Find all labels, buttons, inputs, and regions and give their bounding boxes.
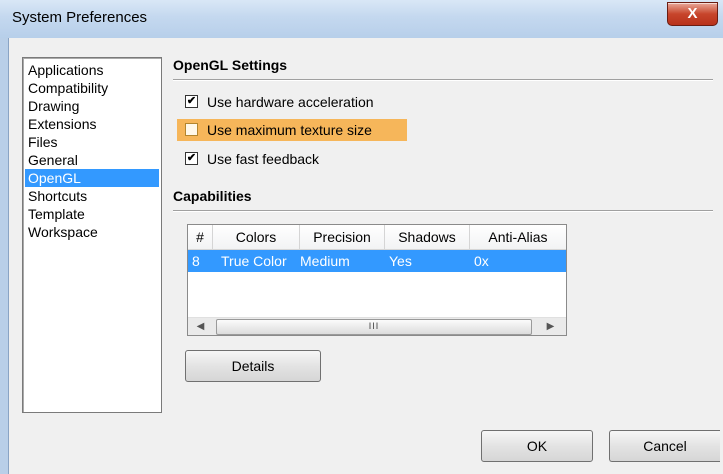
- category-item-general[interactable]: General: [25, 151, 159, 169]
- capabilities-table[interactable]: # Colors Precision Shadows Anti-Alias 8 …: [187, 224, 567, 336]
- checkbox-checked-icon: ✔: [185, 152, 198, 165]
- checkbox-unchecked-icon: [185, 123, 198, 136]
- category-item-applications[interactable]: Applications: [25, 61, 159, 79]
- scroll-thumb[interactable]: III: [216, 319, 532, 335]
- max-texture-size-checkbox[interactable]: Use maximum texture size: [177, 119, 407, 141]
- column-header-colors[interactable]: Colors: [213, 225, 300, 249]
- fast-feedback-checkbox[interactable]: ✔ Use fast feedback: [185, 148, 415, 170]
- horizontal-scrollbar[interactable]: ◀ III ▶: [188, 317, 566, 335]
- dialog-body: Applications Compatibility Drawing Exten…: [8, 38, 723, 474]
- cancel-button[interactable]: Cancel: [609, 430, 720, 462]
- category-item-workspace[interactable]: Workspace: [25, 223, 159, 241]
- cell-precision: Medium: [300, 253, 350, 269]
- capabilities-heading: Capabilities: [173, 188, 252, 204]
- category-item-extensions[interactable]: Extensions: [25, 115, 159, 133]
- ok-button[interactable]: OK: [481, 430, 593, 462]
- hardware-acceleration-label: Use hardware acceleration: [207, 94, 374, 110]
- max-texture-size-label: Use maximum texture size: [207, 122, 372, 138]
- close-icon: X: [687, 5, 698, 22]
- category-item-drawing[interactable]: Drawing: [25, 97, 159, 115]
- category-item-shortcuts[interactable]: Shortcuts: [25, 187, 159, 205]
- details-button[interactable]: Details: [185, 350, 321, 382]
- scroll-right-icon[interactable]: ▶: [542, 318, 559, 335]
- category-item-template[interactable]: Template: [25, 205, 159, 223]
- category-item-opengl[interactable]: OpenGL: [25, 169, 159, 187]
- cell-number: 8: [192, 253, 200, 269]
- table-row[interactable]: 8 True Color Medium Yes 0x: [188, 250, 566, 272]
- opengl-settings-heading: OpenGL Settings: [173, 57, 288, 73]
- fast-feedback-label: Use fast feedback: [207, 151, 320, 167]
- category-list[interactable]: Applications Compatibility Drawing Exten…: [22, 57, 162, 413]
- category-item-compatibility[interactable]: Compatibility: [25, 79, 159, 97]
- cell-colors: True Color: [221, 253, 287, 269]
- column-header-anti-alias[interactable]: Anti-Alias: [470, 225, 566, 249]
- cell-shadows: Yes: [389, 253, 412, 269]
- scroll-left-icon[interactable]: ◀: [192, 318, 209, 335]
- hardware-acceleration-checkbox[interactable]: ✔ Use hardware acceleration: [185, 91, 415, 113]
- window-title: System Preferences: [12, 9, 148, 26]
- opengl-settings-separator: [173, 79, 713, 81]
- category-item-files[interactable]: Files: [25, 133, 159, 151]
- title-bar: System Preferences X: [0, 0, 723, 38]
- column-header-shadows[interactable]: Shadows: [385, 225, 470, 249]
- column-header-number[interactable]: #: [188, 225, 213, 249]
- cell-anti-alias: 0x: [474, 253, 489, 269]
- capabilities-separator: [173, 210, 713, 212]
- column-header-precision[interactable]: Precision: [300, 225, 385, 249]
- checkbox-checked-icon: ✔: [185, 95, 198, 108]
- close-button[interactable]: X: [667, 2, 718, 26]
- table-header: # Colors Precision Shadows Anti-Alias: [188, 225, 566, 250]
